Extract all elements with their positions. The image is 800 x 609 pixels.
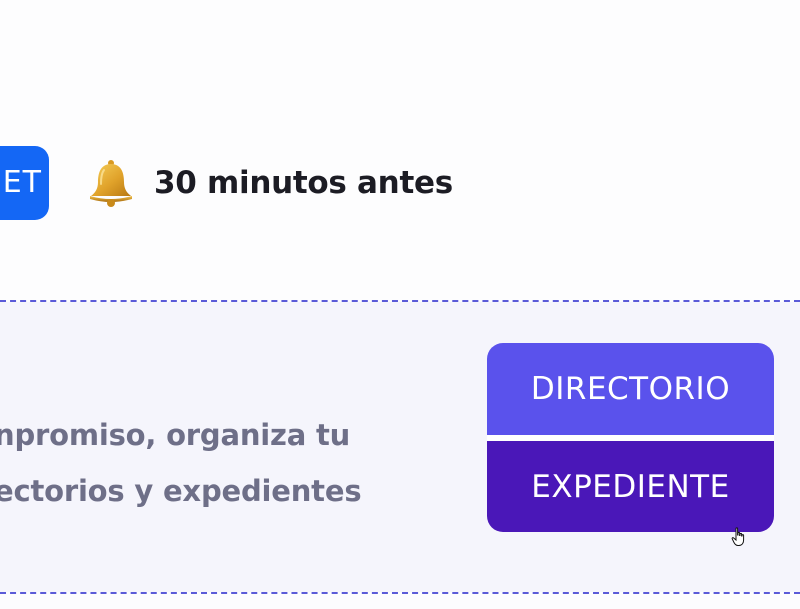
below-panel	[0, 594, 800, 609]
description-line-1: npromiso, organiza tu	[0, 418, 351, 452]
expediente-button-label: EXPEDIENTE	[531, 468, 730, 505]
reminder: 30 minutos antes	[86, 156, 453, 210]
reminder-text: 30 minutos antes	[154, 165, 453, 201]
action-button-group: DIRECTORIO EXPEDIENTE	[487, 343, 774, 532]
directorio-button-label: DIRECTORIO	[530, 371, 731, 407]
expediente-button[interactable]: EXPEDIENTE	[487, 441, 774, 532]
top-area	[0, 0, 800, 300]
meet-button[interactable]: ET	[0, 146, 49, 220]
hand-cursor-icon	[731, 527, 745, 546]
description-line-2: ectorios y expedientes	[0, 474, 362, 508]
page-root: ET 30 minutos antes npromiso, organiza t…	[0, 0, 800, 609]
bell-icon	[90, 160, 132, 207]
directorio-button[interactable]: DIRECTORIO	[487, 343, 774, 435]
meet-button-label: ET	[2, 165, 42, 200]
